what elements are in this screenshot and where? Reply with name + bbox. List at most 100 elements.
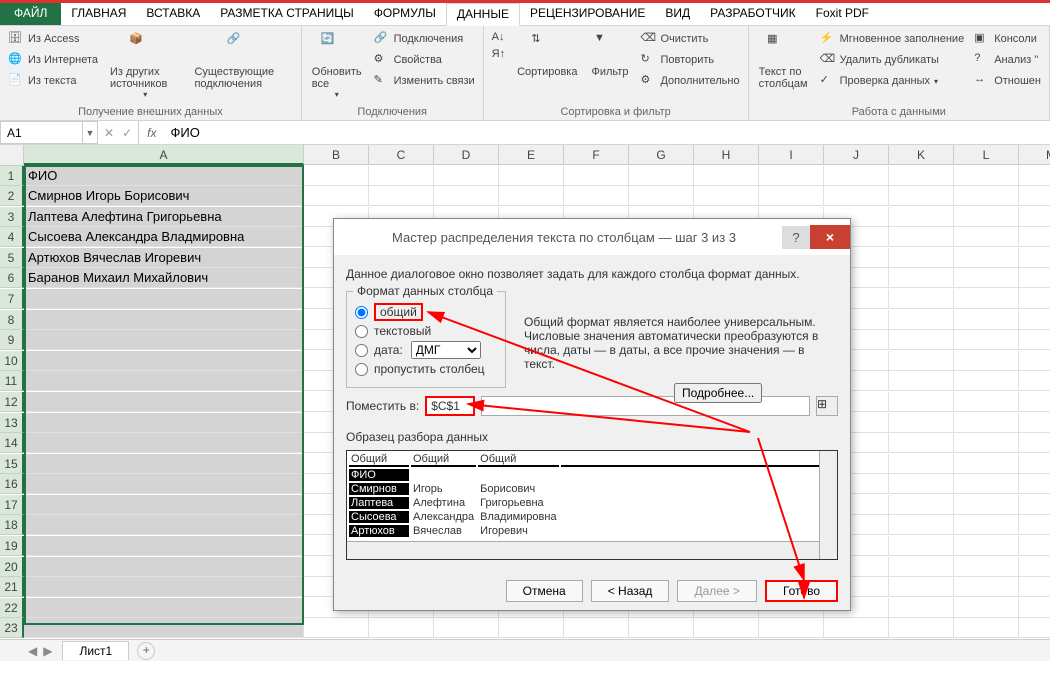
tab-data[interactable]: ДАННЫЕ: [446, 3, 520, 26]
cell-L9[interactable]: [954, 330, 1019, 350]
from-text-button[interactable]: 📄Из текста: [6, 72, 100, 90]
cell-B23[interactable]: [304, 618, 369, 638]
cell-K16[interactable]: [889, 474, 954, 494]
finish-button[interactable]: Готово: [765, 580, 838, 602]
cell-M3[interactable]: [1019, 207, 1050, 227]
cell-M18[interactable]: [1019, 515, 1050, 535]
sort-za-button[interactable]: Я↑: [490, 47, 507, 61]
col-header-F[interactable]: F: [564, 145, 629, 165]
col-header-L[interactable]: L: [954, 145, 1019, 165]
cell-M6[interactable]: [1019, 268, 1050, 288]
cell-A9[interactable]: [24, 330, 304, 350]
row-header-10[interactable]: 10: [0, 351, 24, 371]
row-header-17[interactable]: 17: [0, 495, 24, 515]
row-header-15[interactable]: 15: [0, 454, 24, 474]
remove-dup-button[interactable]: ⌫Удалить дубликаты: [818, 51, 967, 69]
formula-input[interactable]: ФИО: [164, 121, 1050, 144]
radio-text-label[interactable]: текстовый: [374, 324, 431, 338]
consolidate-button[interactable]: ▣Консоли: [972, 30, 1043, 48]
cell-K22[interactable]: [889, 598, 954, 618]
row-header-19[interactable]: 19: [0, 536, 24, 556]
tab-review[interactable]: РЕЦЕНЗИРОВАНИЕ: [520, 3, 655, 25]
cell-K19[interactable]: [889, 536, 954, 556]
cell-H2[interactable]: [694, 186, 759, 206]
tab-file[interactable]: ФАЙЛ: [0, 3, 61, 25]
cell-F2[interactable]: [564, 186, 629, 206]
row-header-18[interactable]: 18: [0, 515, 24, 535]
cell-M14[interactable]: [1019, 433, 1050, 453]
sort-button[interactable]: ⇅Сортировка: [513, 30, 581, 80]
row-header-20[interactable]: 20: [0, 557, 24, 577]
reapply-button[interactable]: ↻Повторить: [638, 51, 741, 69]
cell-L14[interactable]: [954, 433, 1019, 453]
cell-L10[interactable]: [954, 351, 1019, 371]
connections-button[interactable]: 🔗Подключения: [372, 30, 477, 48]
cell-K6[interactable]: [889, 268, 954, 288]
select-all-corner[interactable]: [0, 145, 24, 166]
cell-A16[interactable]: [24, 474, 304, 494]
accept-formula-icon[interactable]: ✓: [122, 126, 132, 140]
cell-B2[interactable]: [304, 186, 369, 206]
cell-L15[interactable]: [954, 454, 1019, 474]
cell-L6[interactable]: [954, 268, 1019, 288]
existing-conn-button[interactable]: 🔗Существующие подключения: [190, 30, 294, 92]
radio-skip-label[interactable]: пропустить столбец: [374, 362, 485, 376]
row-header-13[interactable]: 13: [0, 413, 24, 433]
radio-general[interactable]: [355, 306, 368, 319]
tab-home[interactable]: ГЛАВНАЯ: [61, 3, 136, 25]
cell-I2[interactable]: [759, 186, 824, 206]
radio-general-label[interactable]: общий: [374, 303, 423, 321]
row-header-23[interactable]: 23: [0, 618, 24, 638]
cell-M11[interactable]: [1019, 371, 1050, 391]
back-button[interactable]: < Назад: [591, 580, 670, 602]
cell-F1[interactable]: [564, 166, 629, 186]
cell-L17[interactable]: [954, 495, 1019, 515]
cell-F23[interactable]: [564, 618, 629, 638]
row-header-5[interactable]: 5: [0, 248, 24, 268]
cell-K8[interactable]: [889, 310, 954, 330]
cell-K4[interactable]: [889, 227, 954, 247]
col-header-G[interactable]: G: [629, 145, 694, 165]
name-box-dropdown[interactable]: ▼: [82, 121, 98, 144]
cell-L7[interactable]: [954, 289, 1019, 309]
cancel-formula-icon[interactable]: ✕: [104, 126, 114, 140]
row-header-1[interactable]: 1: [0, 166, 24, 186]
cell-A10[interactable]: [24, 351, 304, 371]
cell-K2[interactable]: [889, 186, 954, 206]
more-button[interactable]: Подробнее...: [674, 383, 762, 403]
col-header-J[interactable]: J: [824, 145, 889, 165]
cell-A5[interactable]: Артюхов Вячеслав Игоревич: [24, 248, 304, 268]
cell-A2[interactable]: Смирнов Игорь Борисович: [24, 186, 304, 206]
data-valid-button[interactable]: ✓Проверка данных ▾: [818, 72, 967, 90]
radio-text[interactable]: [355, 325, 368, 338]
cell-M13[interactable]: [1019, 413, 1050, 433]
fx-icon[interactable]: fx: [139, 121, 164, 144]
cell-J1[interactable]: [824, 166, 889, 186]
cell-K17[interactable]: [889, 495, 954, 515]
ref-select-button[interactable]: ⊞: [816, 396, 838, 416]
cell-M16[interactable]: [1019, 474, 1050, 494]
text-to-columns-button[interactable]: ▦Текст по столбцам: [755, 30, 812, 92]
cell-M12[interactable]: [1019, 392, 1050, 412]
cell-C2[interactable]: [369, 186, 434, 206]
cell-M23[interactable]: [1019, 618, 1050, 638]
cell-D1[interactable]: [434, 166, 499, 186]
cell-A12[interactable]: [24, 392, 304, 412]
cell-M5[interactable]: [1019, 248, 1050, 268]
radio-skip[interactable]: [355, 363, 368, 376]
ws-nav-prev[interactable]: ◀: [28, 644, 37, 658]
cell-C1[interactable]: [369, 166, 434, 186]
from-access-button[interactable]: 🗄Из Access: [6, 30, 100, 48]
tab-pagelayout[interactable]: РАЗМЕТКА СТРАНИЦЫ: [210, 3, 364, 25]
tab-foxit[interactable]: Foxit PDF: [806, 3, 879, 25]
other-sources-button[interactable]: 📦Из других источников▾: [106, 30, 184, 101]
properties-button[interactable]: ⚙Свойства: [372, 51, 477, 69]
cell-M17[interactable]: [1019, 495, 1050, 515]
cell-M2[interactable]: [1019, 186, 1050, 206]
cell-M15[interactable]: [1019, 454, 1050, 474]
tab-formulas[interactable]: ФОРМУЛЫ: [364, 3, 446, 25]
cell-M1[interactable]: [1019, 166, 1050, 186]
advanced-filter-button[interactable]: ⚙Дополнительно: [638, 72, 741, 90]
dialog-help-button[interactable]: ?: [782, 226, 810, 249]
tab-insert[interactable]: ВСТАВКА: [136, 3, 210, 25]
